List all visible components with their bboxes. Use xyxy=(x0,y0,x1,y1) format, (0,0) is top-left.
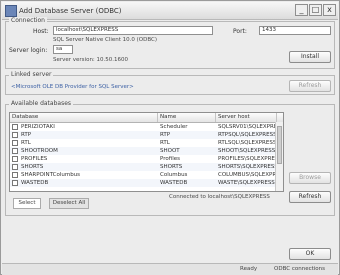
version-note: Server version: 10.50.1600 xyxy=(53,57,129,63)
row-checkbox[interactable] xyxy=(12,148,18,154)
column-header-host[interactable]: Server host xyxy=(216,113,277,122)
cell-name: Profiles xyxy=(160,156,180,162)
status-bar: Ready ODBC connections xyxy=(2,263,338,275)
install-button[interactable]: Install xyxy=(289,51,331,63)
column-header-name[interactable]: Name xyxy=(158,113,216,122)
cell-host: WASTE\SQLEXPRESS xyxy=(218,180,275,186)
cell-host: SHORTS\SQLEXPRESS xyxy=(218,164,276,170)
cell-name: WASTEDB xyxy=(160,180,188,186)
maximize-button[interactable]: □ xyxy=(309,4,322,16)
tab-deselect-all[interactable]: Deselect All xyxy=(49,198,89,209)
databases-table: Database Name Server host PERIZIOTAKI Sc… xyxy=(9,112,284,192)
cell-database: PROFILES xyxy=(21,156,48,162)
row-checkbox[interactable] xyxy=(12,132,18,138)
cell-name: Scheduler xyxy=(160,124,188,130)
title-bar[interactable]: Add Database Server (ODBC) _ □ x xyxy=(2,2,338,20)
row-checkbox[interactable] xyxy=(12,180,18,186)
port-input[interactable]: 1433 xyxy=(259,26,331,35)
cell-database: PERIZIOTAKI xyxy=(21,124,55,130)
cell-host: SQLSRV01\SQLEXPRESS xyxy=(218,124,276,130)
table-header: Database Name Server host xyxy=(10,113,283,123)
cell-database: RTP xyxy=(21,132,32,138)
selection-tabs: Select Deselect All xyxy=(9,197,284,210)
row-checkbox[interactable] xyxy=(12,124,18,130)
databases-legend: Available databases xyxy=(9,100,74,107)
cell-host: COLUMBUS\SQLEXPRESS xyxy=(218,172,276,178)
cell-database: RTL xyxy=(21,140,31,146)
connection-legend: Connection xyxy=(9,17,47,24)
cell-database: SHORTS xyxy=(21,164,44,170)
table-scrollbar[interactable] xyxy=(275,122,283,191)
scrollbar-thumb[interactable] xyxy=(277,126,282,164)
cell-name: SHOOT xyxy=(160,148,180,154)
browse-button[interactable]: Browse xyxy=(289,172,331,184)
cell-database: SHARPOINTColumbus xyxy=(21,172,81,178)
host-label: Host: xyxy=(33,28,49,35)
cell-name: SHORTS xyxy=(160,164,183,170)
status-left: Ready xyxy=(240,266,258,272)
app-icon xyxy=(5,5,17,17)
cell-name: RTL xyxy=(160,140,170,146)
cell-host: SHOOT\SQLEXPRESS xyxy=(218,148,276,154)
row-checkbox[interactable] xyxy=(12,156,18,162)
ok-button[interactable]: OK xyxy=(289,248,331,260)
row-checkbox[interactable] xyxy=(12,164,18,170)
tab-select[interactable]: Select xyxy=(13,198,41,209)
linked-server-legend: Linked server xyxy=(9,71,54,78)
refresh-databases-button[interactable]: Refresh xyxy=(289,191,331,203)
table-row[interactable]: RTP RTP RTPSQL\SQLEXPRESS xyxy=(10,131,276,139)
cell-database: SHOOTROOM xyxy=(21,148,58,154)
cell-host: RTPSQL\SQLEXPRESS xyxy=(218,132,276,138)
window-title: Add Database Server (ODBC) xyxy=(19,7,122,15)
host-input[interactable]: localhost\SQLEXPRESS xyxy=(53,26,213,35)
cell-name: Columbus xyxy=(160,172,188,178)
cell-database: WASTEDB xyxy=(21,180,49,186)
driver-note: SQL Server Native Client 10.0 (ODBC) xyxy=(53,37,158,43)
table-row[interactable]: RTL RTL RTLSQL\SQLEXPRESS xyxy=(10,139,276,147)
dialog-window: Add Database Server (ODBC) _ □ x Connect… xyxy=(0,0,340,275)
table-row[interactable]: PROFILES Profiles PROFILES\SQLEXPRESS xyxy=(10,155,276,163)
table-row[interactable]: SHOOTROOM SHOOT SHOOT\SQLEXPRESS xyxy=(10,147,276,155)
server-login-label: Server login: xyxy=(9,47,48,54)
table-row[interactable]: WASTEDB WASTEDB WASTE\SQLEXPRESS xyxy=(10,179,276,187)
refresh-provider-button[interactable]: Refresh xyxy=(289,80,331,92)
close-button[interactable]: x xyxy=(323,4,336,16)
minimize-button[interactable]: _ xyxy=(295,4,308,16)
cell-host: PROFILES\SQLEXPRESS xyxy=(218,156,276,162)
provider-link[interactable]: <Microsoft OLE DB Provider for SQL Serve… xyxy=(11,84,134,90)
port-label: Port: xyxy=(233,28,247,35)
server-login-input[interactable]: sa xyxy=(53,45,73,54)
cell-name: RTP xyxy=(160,132,171,138)
table-row[interactable]: PERIZIOTAKI Scheduler SQLSRV01\SQLEXPRES… xyxy=(10,123,276,131)
table-row[interactable]: SHORTS SHORTS SHORTS\SQLEXPRESS xyxy=(10,163,276,171)
status-right: ODBC connections xyxy=(274,266,325,272)
row-checkbox[interactable] xyxy=(12,140,18,146)
table-row[interactable]: SHARPOINTColumbus Columbus COLUMBUS\SQLE… xyxy=(10,171,276,179)
column-header-database[interactable]: Database xyxy=(10,113,158,122)
cell-host: RTLSQL\SQLEXPRESS xyxy=(218,140,276,146)
row-checkbox[interactable] xyxy=(12,172,18,178)
